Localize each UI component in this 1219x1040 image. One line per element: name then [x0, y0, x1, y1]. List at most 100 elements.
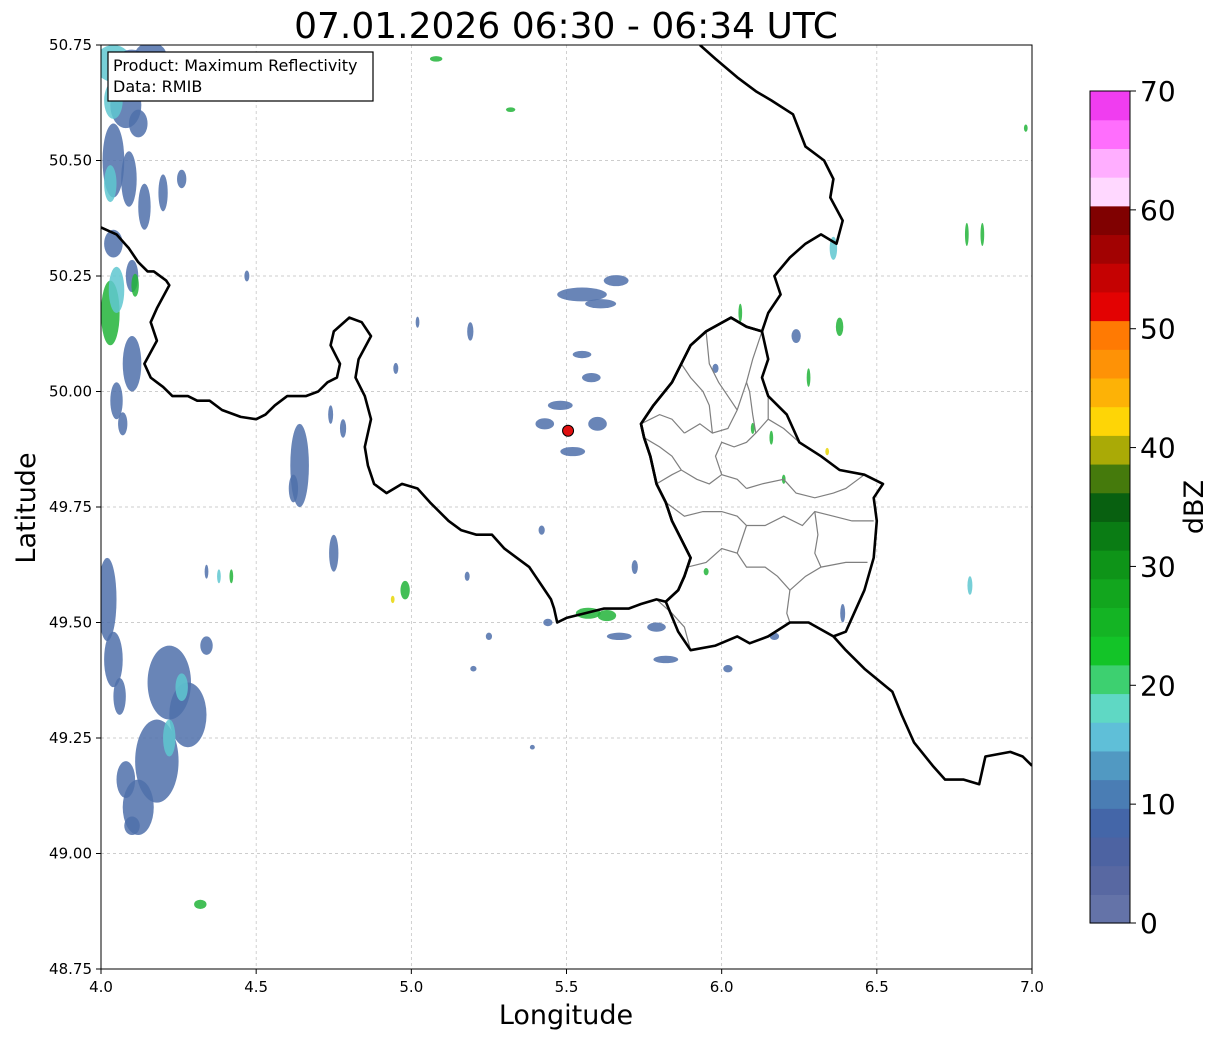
colorbar-segment: [1090, 205, 1130, 236]
echo-main: [470, 665, 477, 672]
colorbar-segment: [1090, 750, 1130, 781]
echo-main: [572, 350, 592, 359]
colorbar-segment: [1090, 177, 1130, 207]
y-tick-label: 50.50: [49, 152, 92, 170]
echo-main: [288, 474, 299, 503]
echo-green: [131, 273, 139, 297]
y-tick-label: 48.75: [49, 960, 92, 978]
echo-main: [415, 316, 420, 328]
x-tick-label: 4.5: [244, 978, 268, 996]
echo-main: [122, 336, 142, 392]
echo-main: [244, 270, 250, 282]
radar-figure: 07.01.2026 06:30 - 06:34 UTC 4.0 4.5 5.0 5.…: [11, 6, 1210, 1031]
colorbar-segment: [1090, 492, 1130, 522]
colorbar-segment: [1090, 664, 1130, 695]
y-axis-ticks: 48.75 49.00 49.25 49.50 49.75 50.00 50.25 50.50…: [49, 36, 101, 978]
echo-green: [769, 430, 774, 445]
info-box: Product: Maximum Reflectivity Data: RMIB: [107, 51, 374, 102]
canton-border: [714, 396, 769, 475]
y-tick-label: 49.50: [49, 614, 92, 632]
echo-green: [429, 56, 443, 62]
echo-green: [1023, 124, 1028, 132]
canton-border: [746, 474, 865, 499]
colorbar-segment: [1090, 722, 1130, 752]
y-tick-label: 50.75: [49, 36, 92, 54]
canton-border: [687, 547, 868, 592]
echo-main: [116, 761, 136, 799]
colorbar-segment: [1090, 119, 1130, 149]
echo-main: [204, 564, 209, 579]
echo-main: [158, 174, 168, 212]
colorbar-segment: [1090, 578, 1130, 609]
canton-border: [680, 363, 713, 434]
x-tick-label: 6.5: [865, 978, 889, 996]
info-product: Product: Maximum Reflectivity: [113, 56, 357, 75]
echo-main: [588, 416, 607, 431]
colorbar-segment: [1090, 550, 1130, 580]
echo-main: [582, 373, 601, 383]
colorbar-tick-label: 50: [1140, 313, 1176, 346]
echo-main: [606, 632, 632, 641]
echo-main: [464, 571, 470, 581]
x-tick-label: 5.0: [399, 978, 423, 996]
echo-main: [723, 665, 733, 673]
colorbar-segment: [1090, 693, 1130, 723]
echo-main: [118, 412, 128, 436]
echo-main: [560, 446, 586, 457]
colorbar-segment: [1090, 406, 1130, 436]
colorbar-segment: [1090, 263, 1130, 293]
canton-border: [814, 511, 822, 568]
echo-green: [229, 569, 234, 584]
echo-green: [703, 567, 709, 576]
colorbar-segments: [1090, 91, 1130, 924]
y-tick-label: 49.00: [49, 845, 92, 863]
echo-yellow: [825, 447, 830, 456]
plot-title: 07.01.2026 06:30 - 06:34 UTC: [294, 6, 838, 47]
canton-border: [736, 525, 748, 554]
colorbar-segment: [1090, 234, 1130, 264]
colorbar-segment: [1090, 377, 1130, 408]
echo-teal: [217, 569, 221, 584]
echo-main: [585, 299, 617, 309]
colorbar-segment: [1090, 779, 1130, 809]
colorbar-segment: [1090, 291, 1130, 322]
colorbar-tick-label: 60: [1140, 194, 1176, 227]
canton-border: [786, 590, 791, 623]
canton-border: [640, 413, 685, 434]
echo-main: [467, 322, 474, 341]
echo-main: [538, 525, 545, 535]
colorbar-tick-label: 20: [1140, 669, 1176, 702]
colorbar-tick-label: 30: [1140, 550, 1176, 583]
echo-teal: [175, 673, 188, 702]
echo-green: [806, 368, 811, 387]
echo-main: [653, 655, 679, 664]
echo-main: [547, 400, 573, 410]
echo-main: [339, 419, 347, 438]
colorbar-segment: [1090, 607, 1130, 637]
echo-teal: [967, 576, 973, 595]
echo-yellow: [390, 595, 395, 604]
y-tick-label: 50.25: [49, 267, 92, 285]
echo-main: [138, 183, 151, 230]
echo-main: [791, 329, 801, 343]
echo-main: [603, 275, 629, 287]
y-tick-label: 50.00: [49, 383, 92, 401]
colorbar-segment: [1090, 636, 1130, 666]
echo-main: [329, 534, 339, 572]
colorbar-segment: [1090, 865, 1130, 895]
echo-green: [400, 580, 410, 600]
colorbar-ticks: 0 10 20 30 40 50 60 70: [1130, 75, 1176, 940]
echo-main: [128, 109, 148, 138]
colorbar: 0 10 20 30 40 50 60 70 dBZ: [1089, 75, 1210, 940]
y-axis-label: Latitude: [11, 452, 42, 563]
x-tick-label: 5.5: [555, 978, 579, 996]
colorbar-tick-label: 0: [1140, 907, 1158, 940]
echo-main: [535, 418, 555, 430]
echo-green: [835, 317, 844, 337]
echo-green: [505, 107, 516, 112]
colorbar-segment: [1090, 836, 1130, 867]
echo-teal: [104, 165, 117, 203]
echo-main: [631, 560, 638, 574]
colorbar-segment: [1090, 463, 1130, 494]
echo-main: [840, 604, 846, 623]
